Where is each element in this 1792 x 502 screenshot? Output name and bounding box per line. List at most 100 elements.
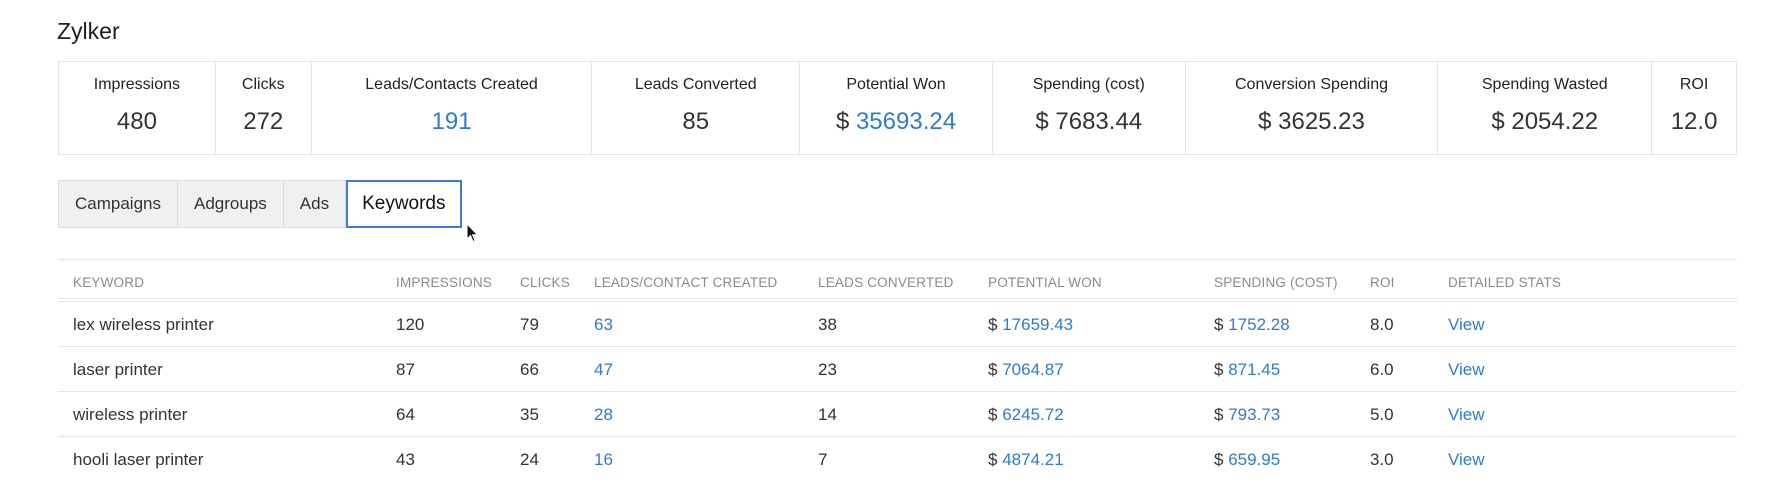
cell-roi: 6.0: [1370, 360, 1394, 380]
potential-won-link[interactable]: 17659.43: [1002, 315, 1073, 334]
view-link[interactable]: View: [1448, 450, 1485, 469]
table-row: hooli laser printer 43 24 16 7 $ 4874.21 $ 659…: [58, 437, 1737, 482]
stat-value: 12.0: [1671, 108, 1718, 136]
stat-value-number: 480: [116, 108, 157, 135]
stat-value: 480: [117, 108, 157, 136]
leads-created-link[interactable]: 47: [594, 360, 613, 379]
cell-roi: 8.0: [1370, 315, 1394, 335]
stat-value-number: 2054.22: [1511, 108, 1599, 135]
cell-clicks: 79: [520, 315, 539, 335]
currency-symbol: $: [1214, 360, 1224, 379]
table-body: lex wireless printer 120 79 63 38 $ 17659.43 $…: [58, 302, 1737, 482]
currency-symbol: $: [1214, 450, 1224, 469]
cell-clicks: 35: [520, 405, 539, 425]
stat-value-number: 272: [243, 108, 284, 135]
potential-won-link[interactable]: 6245.72: [1002, 405, 1063, 424]
clicks-value: 35: [520, 405, 539, 424]
stat-spending-wasted: Spending Wasted $ 2054.22: [1438, 62, 1653, 154]
impressions-value: 64: [396, 405, 415, 424]
cell-spending: $ 793.73: [1214, 405, 1280, 425]
spending-link[interactable]: 659.95: [1228, 450, 1280, 469]
stat-value: $ 35693.24: [836, 108, 956, 136]
cell-leads-converted: 38: [818, 315, 837, 335]
cell-leads-created: 16: [594, 450, 613, 470]
cell-keyword: laser printer: [73, 360, 163, 380]
cell-detailed-stats: View: [1448, 360, 1485, 380]
stat-label: Spending Wasted: [1481, 76, 1608, 93]
currency-symbol: $: [988, 450, 998, 469]
view-link[interactable]: View: [1448, 360, 1485, 379]
mouse-cursor-icon: [466, 223, 479, 243]
table-header: KEYWORD IMPRESSIONS CLICKS LEADS/CONTACT CR…: [58, 259, 1737, 302]
stat-value: $ 2054.22: [1491, 108, 1598, 136]
keyword-value: hooli laser printer: [73, 450, 204, 469]
roi-value: 8.0: [1370, 315, 1394, 334]
cell-spending: $ 1752.28: [1214, 315, 1290, 335]
cell-leads-created: 47: [594, 360, 613, 380]
page-title: Zylker: [57, 18, 120, 44]
cell-leads-created: 63: [594, 315, 613, 335]
leads-created-link[interactable]: 16: [594, 450, 613, 469]
cell-impressions: 87: [396, 360, 415, 380]
leads-created-link[interactable]: 28: [594, 405, 613, 424]
tab-campaigns[interactable]: Campaigns: [58, 180, 177, 228]
leads-converted-value: 14: [818, 405, 837, 424]
table-row: lex wireless printer 120 79 63 38 $ 17659.43 $…: [58, 302, 1737, 347]
view-link[interactable]: View: [1448, 405, 1485, 424]
stat-value-link[interactable]: 35693.24: [856, 108, 956, 135]
tab-adgroups[interactable]: Adgroups: [177, 180, 283, 228]
cell-keyword: lex wireless printer: [73, 315, 214, 335]
stat-label: Leads Converted: [634, 76, 757, 93]
keyword-value: lex wireless printer: [73, 315, 214, 334]
cell-potential-won: $ 4874.21: [988, 450, 1064, 470]
cell-leads-converted: 7: [818, 450, 827, 470]
leads-converted-value: 38: [818, 315, 837, 334]
spending-link[interactable]: 793.73: [1228, 405, 1280, 424]
stat-value: $ 3625.23: [1258, 108, 1365, 136]
stat-label: ROI: [1679, 76, 1709, 93]
stat-value-number: 85: [682, 108, 710, 135]
tab-ads[interactable]: Ads: [282, 180, 347, 228]
impressions-value: 120: [396, 315, 425, 334]
spending-link[interactable]: 1752.28: [1228, 315, 1289, 334]
view-link[interactable]: View: [1448, 315, 1485, 334]
cell-impressions: 64: [396, 405, 415, 425]
clicks-value: 79: [520, 315, 539, 334]
roi-value: 3.0: [1370, 450, 1394, 469]
stat-value-link[interactable]: 191: [432, 108, 472, 135]
potential-won-link[interactable]: 7064.87: [1002, 360, 1063, 379]
cell-detailed-stats: View: [1448, 450, 1485, 470]
currency-symbol: $: [1214, 315, 1224, 334]
cell-clicks: 66: [520, 360, 539, 380]
stat-value-number: 7683.44: [1055, 108, 1143, 135]
cell-keyword: wireless printer: [73, 405, 187, 425]
leads-created-link[interactable]: 63: [594, 315, 613, 334]
cell-clicks: 24: [520, 450, 539, 470]
currency-symbol: $: [1258, 108, 1279, 135]
stat-clicks: Clicks 272: [216, 62, 312, 154]
stat-value: 272: [243, 108, 283, 136]
stat-value-number: 12.0: [1670, 108, 1718, 135]
potential-won-link[interactable]: 4874.21: [1002, 450, 1063, 469]
column-header-detailed-stats: DETAILED STATS: [1448, 275, 1562, 290]
stat-leads-contacts-created: Leads/Contacts Created 191: [312, 62, 593, 154]
cell-keyword: hooli laser printer: [73, 450, 203, 470]
table-row: wireless printer 64 35 28 14 $ 6245.72 $ 793.7…: [58, 392, 1737, 437]
stat-label: Leads/Contacts Created: [365, 76, 538, 93]
column-header-spending: SPENDING (COST): [1214, 275, 1338, 290]
impressions-value: 43: [396, 450, 415, 469]
column-header-potential-won: POTENTIAL WON: [988, 275, 1102, 290]
tab-keywords[interactable]: Keywords: [346, 180, 462, 228]
stat-leads-converted: Leads Converted 85: [592, 62, 801, 154]
stat-label: Impressions: [93, 76, 181, 93]
column-header-leads-created: LEADS/CONTACT CREATED: [594, 275, 778, 290]
cell-potential-won: $ 6245.72: [988, 405, 1064, 425]
cell-detailed-stats: View: [1448, 315, 1485, 335]
leads-converted-value: 23: [818, 360, 837, 379]
column-header-keyword: KEYWORD: [73, 275, 145, 290]
spending-link[interactable]: 871.45: [1228, 360, 1280, 379]
stat-label: Spending (cost): [1032, 76, 1145, 93]
cell-leads-converted: 14: [818, 405, 837, 425]
cell-detailed-stats: View: [1448, 405, 1485, 425]
table-row: laser printer 87 66 47 23 $ 7064.87 $ 871.45 6.…: [58, 347, 1737, 392]
